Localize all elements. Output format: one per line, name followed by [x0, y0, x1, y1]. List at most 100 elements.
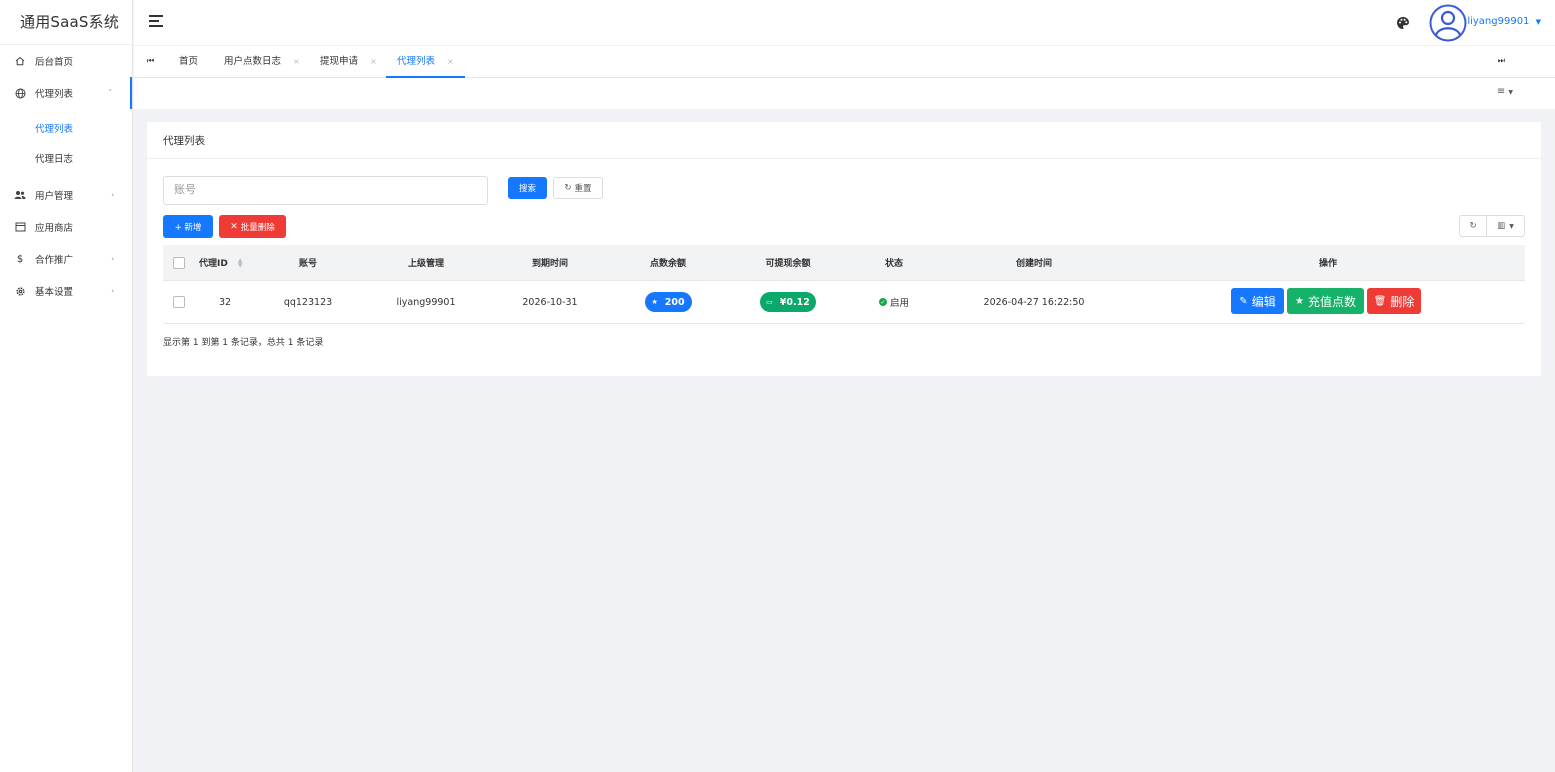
- pencil-icon: ✎: [1239, 295, 1248, 307]
- sidebar: 通用SaaS系统 后台首页 代理列表 ˅ 代理列表 代理日志 用户管理 › 应用…: [0, 0, 133, 772]
- check-circle-icon: ✓: [878, 298, 887, 306]
- cell-withdrawable: ▭ ¥0.12: [738, 281, 838, 323]
- delete-button[interactable]: 🗑 删除: [1367, 288, 1421, 314]
- sidebar-item-home[interactable]: 后台首页: [0, 45, 132, 77]
- close-icon[interactable]: ×: [370, 57, 377, 66]
- recharge-points-button[interactable]: ★ 充值点数: [1287, 288, 1364, 314]
- tab-label: 首页: [179, 56, 199, 67]
- username-label: liyang99901: [1467, 16, 1530, 27]
- cell-points: ★ 200: [618, 281, 718, 323]
- tab-label: 用户点数日志: [224, 56, 282, 67]
- top-header: liyang99901 ▼: [134, 0, 1555, 45]
- points-badge: ★ 200: [644, 292, 692, 312]
- sidebar-item-promotion[interactable]: $ 合作推广 ›: [0, 243, 132, 275]
- users-icon: [14, 190, 26, 200]
- table-header: 代理ID ▲ ▼ 账号 上级管理 到期时间 点数余额 可提现余额 状态 创建时间 …: [163, 245, 1525, 281]
- cell-created: 2026-04-27 16:22:50: [983, 296, 1085, 308]
- tab-label: 代理列表: [397, 56, 436, 67]
- caret-down-icon: ▼: [1509, 222, 1514, 230]
- tab-user-points-log[interactable]: 用户点数日志 ×: [224, 46, 300, 78]
- caret-down-icon: ▼: [1535, 18, 1541, 26]
- column-header-expire: 到期时间: [531, 259, 568, 269]
- tab-withdraw-requests[interactable]: 提现申请 ×: [320, 46, 377, 78]
- avatar[interactable]: [1429, 4, 1467, 42]
- table-refresh-button[interactable]: ↻: [1459, 215, 1487, 237]
- close-icon[interactable]: ×: [447, 57, 454, 66]
- sidebar-item-users[interactable]: 用户管理 ›: [0, 179, 132, 211]
- close-icon[interactable]: ×: [293, 57, 300, 66]
- column-header-account: 账号: [298, 259, 317, 269]
- chevron-right-icon: ›: [111, 255, 114, 263]
- tab-bar: ⏮ 首页 用户点数日志 × 提现申请 × 代理列表 × ⏭: [134, 46, 1555, 78]
- sidebar-item-label: 基本设置: [35, 287, 74, 298]
- sidebar-item-label: 用户管理: [35, 191, 74, 202]
- sidebar-item-agents[interactable]: 代理列表 ˅: [0, 77, 132, 109]
- cell-account: qq123123: [283, 296, 333, 308]
- batch-delete-button[interactable]: ✕ 批量删除: [219, 215, 286, 238]
- store-icon: [14, 222, 26, 232]
- dollar-icon: $: [16, 253, 24, 265]
- search-button[interactable]: 搜索: [508, 177, 547, 199]
- points-value: 200: [664, 296, 685, 308]
- tab-label: 提现申请: [320, 56, 359, 67]
- sidebar-subitem-agent-list[interactable]: 代理列表: [0, 115, 132, 145]
- sidebar-item-label: 合作推广: [35, 255, 74, 266]
- table-row: 32 qq123123 liyang99901 2026-10-31 ★ 200…: [163, 281, 1525, 324]
- money-icon: ▭: [766, 298, 773, 306]
- tab-toolbar: ≡ ▼: [134, 78, 1555, 109]
- chevron-right-icon: ›: [111, 191, 114, 199]
- select-all-checkbox[interactable]: [172, 245, 186, 280]
- sidebar-item-settings[interactable]: 基本设置 ›: [0, 275, 132, 307]
- withdrawable-value: ¥0.12: [779, 296, 810, 308]
- reset-button[interactable]: ↻ 重置: [553, 177, 603, 199]
- sidebar-subitem-agent-log[interactable]: 代理日志: [0, 145, 132, 175]
- tab-agent-list[interactable]: 代理列表 ×: [386, 46, 465, 78]
- column-header-id[interactable]: 代理ID ▲ ▼: [199, 245, 259, 280]
- palette-icon[interactable]: [1396, 16, 1410, 30]
- home-icon: [14, 56, 26, 66]
- columns-toggle-button[interactable]: ▥ ▼: [1486, 215, 1525, 237]
- cell-expire: 2026-10-31: [522, 296, 578, 308]
- sidebar-item-label: 应用商店: [35, 223, 74, 234]
- cell-status: ✓ 启用: [864, 281, 924, 323]
- reset-label: 重置: [574, 184, 592, 194]
- page-title: 代理列表: [147, 122, 1541, 159]
- gear-icon: [14, 286, 26, 297]
- close-icon: ✕: [230, 221, 238, 232]
- row-checkbox[interactable]: [172, 281, 186, 323]
- chevron-right-icon: ›: [111, 287, 114, 295]
- batch-delete-label: 批量删除: [240, 222, 275, 233]
- sidebar-item-store[interactable]: 应用商店: [0, 211, 132, 243]
- column-header-points: 点数余额: [649, 259, 686, 269]
- sort-icon: ▲ ▼: [237, 256, 243, 269]
- refresh-icon: ↻: [564, 183, 572, 193]
- columns-icon: ▥: [1497, 221, 1506, 231]
- delete-label: 删除: [1390, 294, 1415, 309]
- agent-table: 代理ID ▲ ▼ 账号 上级管理 到期时间 点数余额 可提现余额 状态 创建时间 …: [163, 245, 1525, 324]
- pagination-summary: 显示第 1 到第 1 条记录，总共 1 条记录: [163, 338, 324, 348]
- menu-toggle-icon[interactable]: [149, 15, 163, 27]
- globe-icon: [14, 88, 26, 99]
- status-badge: 启用: [889, 298, 909, 309]
- tabs-scroll-left-icon[interactable]: ⏮: [147, 56, 154, 66]
- tab-menu-icon[interactable]: ≡ ▼: [1497, 86, 1513, 97]
- cell-parent: liyang99901: [396, 296, 456, 308]
- cell-id: 32: [218, 296, 232, 308]
- column-label: 代理ID: [199, 259, 228, 269]
- column-header-withdrawable: 可提现余额: [765, 259, 811, 269]
- add-button[interactable]: + 新增: [163, 215, 213, 238]
- chevron-down-icon: ˅: [108, 89, 113, 97]
- withdrawable-badge: ▭ ¥0.12: [760, 292, 816, 312]
- column-header-actions: 操作: [1318, 259, 1337, 269]
- tab-home[interactable]: 首页: [179, 46, 198, 78]
- edit-button[interactable]: ✎ 编辑: [1231, 288, 1284, 314]
- search-input[interactable]: 账号: [163, 176, 488, 205]
- agent-list-panel: 代理列表 账号 搜索 ↻ 重置 + 新增 ✕ 批量删除 ↻ ▥ ▼ 代理ID ▲…: [147, 122, 1541, 376]
- tabs-scroll-right-icon[interactable]: ⏭: [1498, 56, 1505, 66]
- star-icon: ★: [651, 298, 658, 306]
- user-menu[interactable]: liyang99901 ▼: [1467, 16, 1541, 27]
- star-icon: ★: [1295, 295, 1304, 307]
- trash-icon: 🗑: [1373, 295, 1387, 307]
- column-header-status: 状态: [884, 259, 903, 269]
- sidebar-item-label: 后台首页: [35, 57, 74, 68]
